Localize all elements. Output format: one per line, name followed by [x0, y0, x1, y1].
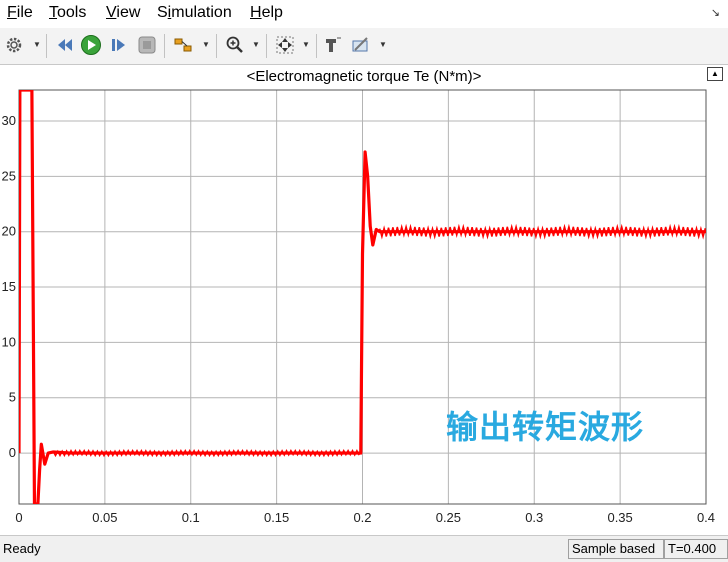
menu-file[interactable]: File	[7, 4, 33, 22]
toolbar-separator	[316, 34, 317, 58]
status-time: T=0.400	[664, 539, 728, 559]
x-tick-label: 0	[15, 510, 22, 525]
zoom-dropdown-icon[interactable]: ▼	[252, 40, 260, 49]
step-back-icon[interactable]	[54, 34, 76, 56]
style-dropdown-icon[interactable]: ▼	[379, 40, 387, 49]
step-forward-icon[interactable]	[108, 34, 130, 56]
y-tick-label: 0	[9, 445, 16, 460]
zoom-in-icon[interactable]	[224, 34, 246, 56]
toolbar-separator	[216, 34, 217, 58]
signal-select-icon[interactable]	[172, 34, 194, 56]
fit-dropdown-icon[interactable]: ▼	[302, 40, 310, 49]
menu-simulation[interactable]: Simulation	[157, 4, 232, 22]
x-tick-label: 0.05	[92, 510, 117, 525]
gear-icon[interactable]	[3, 34, 25, 56]
torque-chart: 0 0.05 0.1 0.15 0.2 0.25 0.3 0.35 0.4 0 5 10 15 20 25 3…	[2, 89, 715, 525]
run-icon[interactable]	[80, 34, 102, 56]
x-tick-label: 0.2	[353, 510, 371, 525]
y-tick-label: 15	[2, 279, 16, 294]
dock-arrow-icon[interactable]: ↘	[711, 6, 720, 19]
toolbar: ▼ ▼ ▼ ▼ ▼	[0, 28, 728, 65]
chart-caption: 输出转矩波形	[446, 408, 645, 446]
y-tick-label: 10	[2, 334, 16, 349]
x-tick-label: 0.35	[607, 510, 632, 525]
fit-to-view-icon[interactable]	[274, 34, 296, 56]
toolbar-separator	[266, 34, 267, 58]
menu-view[interactable]: View	[106, 4, 140, 22]
toolbar-separator	[46, 34, 47, 58]
style-icon[interactable]	[350, 34, 372, 56]
x-tick-label: 0.25	[436, 510, 461, 525]
menu-bar: File Tools View Simulation Help ↘	[0, 0, 728, 28]
scope-plot-area: <Electromagnetic torque Te (N*m)> ▲ 0 0.0…	[0, 65, 728, 535]
x-tick-label: 0.3	[525, 510, 543, 525]
x-tick-label: 0.4	[697, 510, 715, 525]
x-tick-label: 0.1	[182, 510, 200, 525]
menu-tools[interactable]: Tools	[49, 4, 86, 22]
status-ready: Ready	[3, 541, 41, 556]
settings-dropdown-icon[interactable]: ▼	[33, 40, 41, 49]
status-sample-mode: Sample based	[568, 539, 664, 559]
x-tick-label: 0.15	[264, 510, 289, 525]
status-bar: Ready Sample based T=0.400	[0, 535, 728, 562]
menu-help[interactable]: Help	[250, 4, 283, 22]
toolbar-separator	[164, 34, 165, 58]
highlight-icon[interactable]	[322, 34, 344, 56]
stop-icon[interactable]	[136, 34, 158, 56]
y-tick-label: 5	[9, 390, 16, 405]
signal-dropdown-icon[interactable]: ▼	[202, 40, 210, 49]
y-tick-label: 20	[2, 224, 16, 239]
y-tick-label: 30	[2, 113, 16, 128]
y-tick-label: 25	[2, 168, 16, 183]
